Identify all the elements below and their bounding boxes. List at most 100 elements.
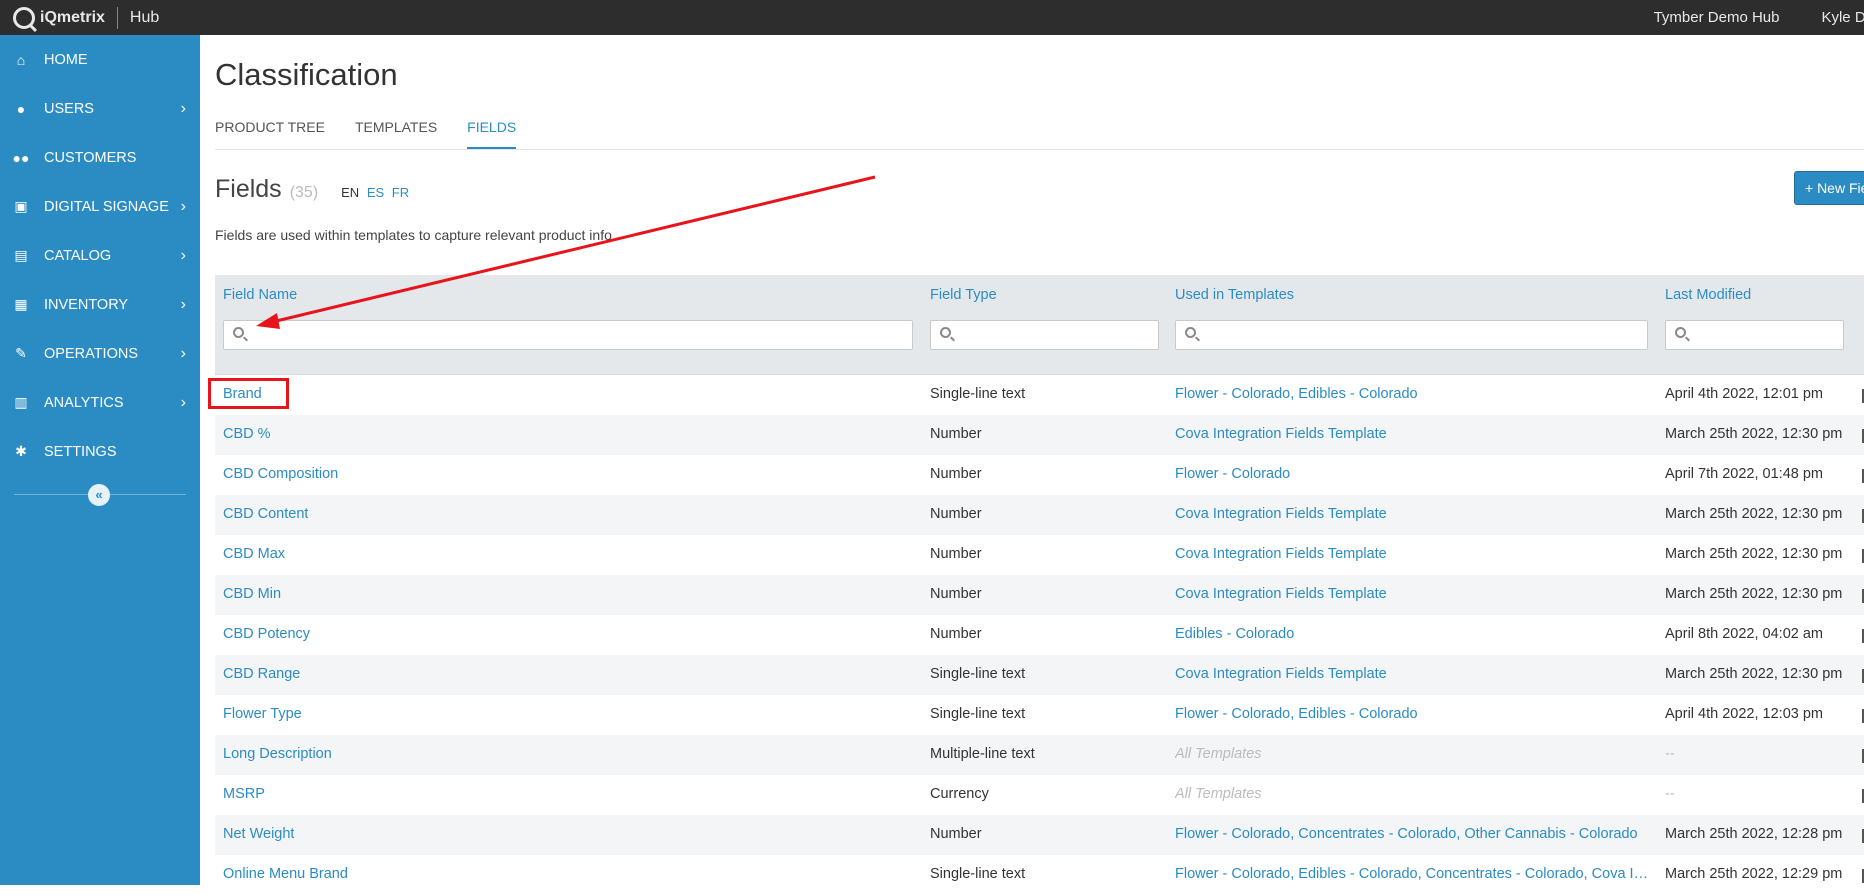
used-in-templates-cell[interactable]: Flower - Colorado, Edibles - Colorado: [1175, 386, 1650, 402]
field-name-filter[interactable]: [223, 320, 913, 350]
chevron-right-icon: ›: [180, 344, 186, 362]
used-in-templates-cell[interactable]: Flower - Colorado, Edibles - Colorado: [1175, 706, 1650, 722]
field-type-filter-input[interactable]: [959, 321, 1154, 349]
field-type-filter[interactable]: [930, 320, 1159, 350]
table-row[interactable]: CBD Min Number Cova Integration Fields Tem…: [215, 575, 1864, 615]
sidebar-item-settings[interactable]: ✱ SETTINGS: [0, 427, 200, 476]
sidebar-item-label: CUSTOMERS: [44, 149, 137, 166]
table-row[interactable]: MSRP Currency All Templates --: [215, 775, 1864, 815]
field-name-link[interactable]: CBD Composition: [223, 466, 338, 482]
field-name-filter-input[interactable]: [252, 321, 908, 349]
tab-product-tree[interactable]: PRODUCT TREE: [215, 116, 325, 150]
field-name-link[interactable]: MSRP: [223, 786, 265, 802]
sidebar-item-label: SETTINGS: [44, 443, 117, 460]
table-row[interactable]: CBD % Number Cova Integration Fields Templ…: [215, 415, 1864, 455]
section-title: Fields: [215, 175, 282, 203]
field-type-cell: Single-line text: [930, 866, 1026, 882]
field-name-link[interactable]: CBD Min: [223, 586, 281, 602]
last-modified-cell: March 25th 2022, 12:30 pm: [1665, 586, 1843, 602]
language-switcher: EN ES FR: [341, 185, 413, 200]
used-in-templates-cell[interactable]: Flower - Colorado: [1175, 466, 1650, 482]
templates-filter[interactable]: [1175, 320, 1648, 350]
table-row[interactable]: Online Menu Brand Single-line text Flower …: [215, 855, 1864, 895]
field-name-link[interactable]: CBD Max: [223, 546, 285, 562]
field-name-link[interactable]: CBD Potency: [223, 626, 310, 642]
field-name-link[interactable]: Online Menu Brand: [223, 866, 348, 882]
field-name-link[interactable]: Flower Type: [223, 706, 302, 722]
section-header: Fields (35) EN ES FR: [215, 175, 413, 204]
main-content: Classification PRODUCT TREE TEMPLATES FIEL…: [200, 35, 1864, 895]
field-name-link[interactable]: Net Weight: [223, 826, 294, 842]
wrench-icon: ✎: [15, 345, 27, 361]
app-logo[interactable]: iQmetrix Hub: [0, 6, 159, 29]
sidebar-item-analytics[interactable]: ▥ ANALYTICS ›: [0, 378, 200, 427]
lang-fr[interactable]: FR: [392, 185, 409, 200]
last-modified-cell: March 25th 2022, 12:30 pm: [1665, 666, 1843, 682]
new-field-button[interactable]: + New Field: [1794, 171, 1864, 205]
collapse-sidebar-icon[interactable]: «: [88, 484, 110, 506]
field-name-link[interactable]: Long Description: [223, 746, 332, 762]
sidebar-item-label: USERS: [44, 100, 94, 117]
used-in-templates-cell[interactable]: Cova Integration Fields Template: [1175, 426, 1650, 442]
used-in-templates-cell[interactable]: Edibles - Colorado: [1175, 626, 1650, 642]
section-description: Fields are used within templates to capt…: [215, 227, 616, 243]
table-row[interactable]: Brand Single-line text Flower - Colorado, …: [215, 375, 1864, 415]
lang-es[interactable]: ES: [367, 185, 384, 200]
last-modified-filter[interactable]: [1665, 320, 1844, 350]
used-in-templates-cell[interactable]: Cova Integration Fields Template: [1175, 506, 1650, 522]
sidebar-item-inventory[interactable]: ▦ INVENTORY ›: [0, 280, 200, 329]
templates-filter-input[interactable]: [1204, 321, 1643, 349]
sidebar-item-customers[interactable]: ●● CUSTOMERS: [0, 133, 200, 182]
sidebar-item-catalog[interactable]: ▤ CATALOG ›: [0, 231, 200, 280]
sidebar-item-users[interactable]: ● USERS ›: [0, 84, 200, 133]
table-row[interactable]: CBD Composition Number Flower - Colorado Ap…: [215, 455, 1864, 495]
table-row[interactable]: Flower Type Single-line text Flower - Colo…: [215, 695, 1864, 735]
signage-icon: ▣: [14, 198, 28, 214]
org-switcher[interactable]: Tymber Demo Hub: [1654, 9, 1780, 26]
last-modified-cell: March 25th 2022, 12:30 pm: [1665, 546, 1843, 562]
field-type-cell: Number: [930, 466, 982, 482]
table-row[interactable]: CBD Content Number Cova Integration Fields…: [215, 495, 1864, 535]
tab-templates[interactable]: TEMPLATES: [355, 116, 437, 150]
tab-divider: [215, 149, 1864, 150]
column-header-last-modified[interactable]: Last Modified: [1665, 287, 1751, 303]
sidebar-item-label: INVENTORY: [44, 296, 129, 313]
used-in-templates-cell[interactable]: Flower - Colorado, Concentrates - Colora…: [1175, 826, 1650, 842]
table-row[interactable]: Net Weight Number Flower - Colorado, Conce…: [215, 815, 1864, 855]
sidebar-item-digital-signage[interactable]: ▣ DIGITAL SIGNAGE ›: [0, 182, 200, 231]
used-in-templates-cell[interactable]: Cova Integration Fields Template: [1175, 586, 1650, 602]
user-menu[interactable]: Kyle Du: [1821, 9, 1864, 26]
chevron-right-icon: ›: [180, 295, 186, 313]
fields-table: Field Name Field Type Used in Templates …: [215, 275, 1864, 895]
sidebar-item-home[interactable]: ⌂ HOME: [0, 35, 200, 84]
sidebar: ⌂ HOME ● USERS › ●● CUSTOMERS ▣ DIGITAL SIGNAGE ›…: [0, 35, 200, 885]
used-in-templates-cell[interactable]: Cova Integration Fields Template: [1175, 546, 1650, 562]
field-type-cell: Currency: [930, 786, 989, 802]
last-modified-filter-input[interactable]: [1694, 321, 1839, 349]
sidebar-item-label: HOME: [44, 51, 88, 68]
table-row[interactable]: CBD Max Number Cova Integration Fields Tem…: [215, 535, 1864, 575]
sidebar-item-label: DIGITAL SIGNAGE: [44, 198, 169, 215]
user-icon: ●: [16, 100, 26, 117]
column-header-used-in-templates[interactable]: Used in Templates: [1175, 287, 1294, 303]
search-icon: [1675, 327, 1686, 338]
table-row[interactable]: CBD Potency Number Edibles - Colorado April…: [215, 615, 1864, 655]
top-bar: iQmetrix Hub Tymber Demo Hub Kyle Du: [0, 0, 1864, 35]
column-header-field-name[interactable]: Field Name: [223, 287, 297, 303]
column-header-field-type[interactable]: Field Type: [930, 287, 997, 303]
field-name-link[interactable]: CBD %: [223, 426, 271, 442]
sidebar-item-operations[interactable]: ✎ OPERATIONS ›: [0, 329, 200, 378]
table-row[interactable]: Long Description Multiple-line text All Te…: [215, 735, 1864, 775]
used-in-templates-cell[interactable]: Cova Integration Fields Template: [1175, 666, 1650, 682]
sidebar-collapse-area: «: [0, 484, 200, 506]
field-type-cell: Number: [930, 546, 982, 562]
last-modified-cell: March 25th 2022, 12:28 pm: [1665, 826, 1843, 842]
used-in-templates-cell[interactable]: Flower - Colorado, Edibles - Colorado, C…: [1175, 866, 1650, 882]
page-title: Classification: [215, 57, 398, 92]
field-name-link[interactable]: CBD Content: [223, 506, 308, 522]
field-type-cell: Number: [930, 586, 982, 602]
last-modified-cell: April 7th 2022, 01:48 pm: [1665, 466, 1823, 482]
tab-fields[interactable]: FIELDS: [467, 116, 517, 150]
field-name-link[interactable]: CBD Range: [223, 666, 300, 682]
table-row[interactable]: CBD Range Single-line text Cova Integratio…: [215, 655, 1864, 695]
